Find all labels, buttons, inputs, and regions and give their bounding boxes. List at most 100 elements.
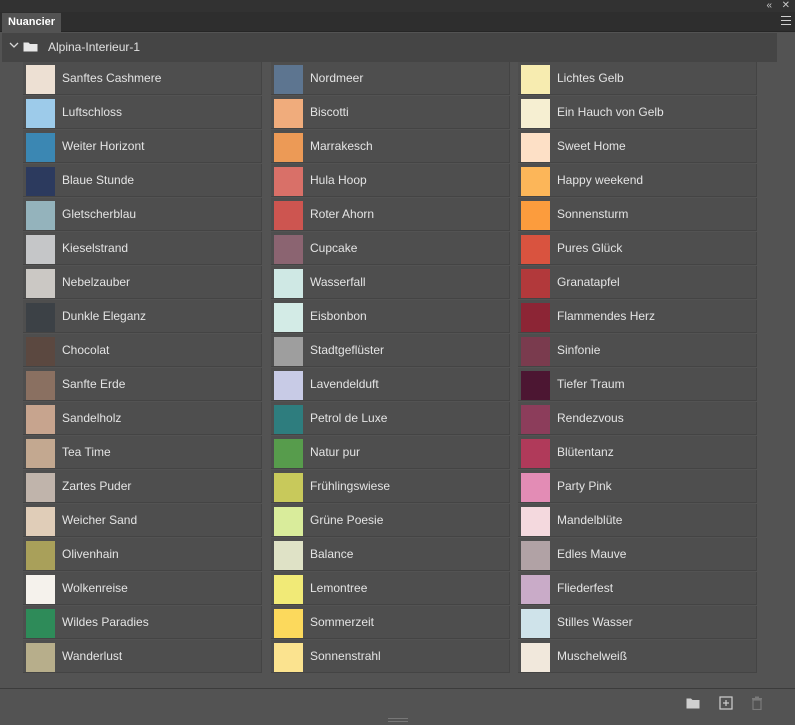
swatch-item[interactable]: Petrol de Luxe [271,402,510,435]
swatch-item[interactable]: Mandelblüte [518,504,757,537]
swatch-item[interactable]: Edles Mauve [518,538,757,571]
swatch-color-chip [26,575,55,604]
swatch-item[interactable]: Biscotti [271,96,510,129]
swatch-name: Sanftes Cashmere [62,71,162,85]
panel-footer [0,688,795,716]
swatch-item[interactable]: Hula Hoop [271,164,510,197]
swatch-item[interactable]: Rendezvous [518,402,757,435]
swatch-item[interactable]: Grüne Poesie [271,504,510,537]
swatch-item[interactable]: Granatapfel [518,266,757,299]
swatch-item[interactable]: Lavendelduft [271,368,510,401]
swatch-color-chip [521,609,550,638]
swatch-grid: Sanftes Cashmere Luftschloss Weiter Horizo… [23,62,766,674]
swatch-item[interactable]: Weicher Sand [23,504,262,537]
chevron-down-icon[interactable] [9,40,19,50]
swatch-name: Kieselstrand [62,241,129,255]
swatch-item[interactable]: Frühlingswiese [271,470,510,503]
swatch-name: Muschelweiß [557,649,628,663]
swatch-item[interactable]: Nordmeer [271,62,510,95]
swatch-item[interactable]: Tiefer Traum [518,368,757,401]
swatch-color-chip [274,201,303,230]
swatch-item[interactable]: Stilles Wasser [518,606,757,639]
swatch-item[interactable]: Zartes Puder [23,470,262,503]
swatch-color-chip [521,405,550,434]
swatch-color-chip [521,269,550,298]
close-icon[interactable]: ✕ [782,1,790,11]
trash-icon[interactable] [750,696,764,710]
swatch-color-chip [26,643,55,672]
swatch-color-chip [521,507,550,536]
swatch-name: Weicher Sand [62,513,138,527]
swatch-item[interactable]: Party Pink [518,470,757,503]
swatch-name: Flammendes Herz [557,309,656,323]
swatch-item[interactable]: Balance [271,538,510,571]
swatch-item[interactable]: Nebelzauber [23,266,262,299]
swatch-item[interactable]: Olivenhain [23,538,262,571]
swatch-item[interactable]: Wildes Paradies [23,606,262,639]
swatch-name: Zartes Puder [62,479,132,493]
swatch-color-chip [26,405,55,434]
tab-nuancier[interactable]: Nuancier [2,13,62,32]
swatch-item[interactable]: Sanftes Cashmere [23,62,262,95]
new-folder-icon[interactable] [686,696,700,710]
swatch-item[interactable]: Marrakesch [271,130,510,163]
swatch-item[interactable]: Chocolat [23,334,262,367]
swatch-item[interactable]: Ein Hauch von Gelb [518,96,757,129]
swatch-color-chip [521,167,550,196]
swatch-item[interactable]: Sinfonie [518,334,757,367]
swatch-color-chip [274,133,303,162]
swatch-name: Blütentanz [557,445,614,459]
swatch-group-header[interactable]: Alpina-Interieur-1 [2,33,777,62]
swatch-name: Blaue Stunde [62,173,135,187]
swatch-color-chip [521,643,550,672]
swatch-item[interactable]: Stadtgeflüster [271,334,510,367]
swatch-item[interactable]: Cupcake [271,232,510,265]
swatch-item[interactable]: Natur pur [271,436,510,469]
swatch-item[interactable]: Dunkle Eleganz [23,300,262,333]
swatch-name: Nebelzauber [62,275,131,289]
swatch-color-chip [274,473,303,502]
swatch-item[interactable]: Eisbonbon [271,300,510,333]
swatch-item[interactable]: Sanfte Erde [23,368,262,401]
swatch-item[interactable]: Sandelholz [23,402,262,435]
swatch-item[interactable]: Blütentanz [518,436,757,469]
swatch-item[interactable]: Muschelweiß [518,640,757,673]
swatch-color-chip [26,371,55,400]
swatch-item[interactable]: Gletscherblau [23,198,262,231]
swatch-item[interactable]: Luftschloss [23,96,262,129]
swatch-item[interactable]: Fliederfest [518,572,757,605]
swatch-name: Sanfte Erde [62,377,126,391]
swatch-item[interactable]: Lichtes Gelb [518,62,757,95]
swatch-color-chip [521,133,550,162]
swatch-name: Petrol de Luxe [310,411,388,425]
swatch-item[interactable]: Weiter Horizont [23,130,262,163]
swatch-item[interactable]: Blaue Stunde [23,164,262,197]
swatch-item[interactable]: Sonnenstrahl [271,640,510,673]
swatch-item[interactable]: Pures Glück [518,232,757,265]
swatch-item[interactable]: Flammendes Herz [518,300,757,333]
swatch-item[interactable]: Sweet Home [518,130,757,163]
swatch-item[interactable]: Wasserfall [271,266,510,299]
swatch-item[interactable]: Lemontree [271,572,510,605]
swatch-item[interactable]: Wanderlust [23,640,262,673]
hamburger-menu-icon[interactable] [781,16,791,25]
resize-handle[interactable] [388,718,408,722]
swatch-color-chip [26,167,55,196]
swatch-item[interactable]: Kieselstrand [23,232,262,265]
swatch-color-chip [521,371,550,400]
swatch-color-chip [26,473,55,502]
swatch-color-chip [521,541,550,570]
swatch-item[interactable]: Wolkenreise [23,572,262,605]
double-chevron-right-icon[interactable]: « [766,1,772,11]
swatch-name: Roter Ahorn [310,207,375,221]
add-swatch-icon[interactable] [719,696,733,710]
swatch-color-chip [26,133,55,162]
swatch-item[interactable]: Roter Ahorn [271,198,510,231]
swatch-color-chip [26,201,55,230]
swatch-name: Luftschloss [62,105,123,119]
swatch-item[interactable]: Sonnensturm [518,198,757,231]
swatch-item[interactable]: Sommerzeit [271,606,510,639]
swatch-item[interactable]: Happy weekend [518,164,757,197]
swatch-item[interactable]: Tea Time [23,436,262,469]
swatch-name: Ein Hauch von Gelb [557,105,664,119]
